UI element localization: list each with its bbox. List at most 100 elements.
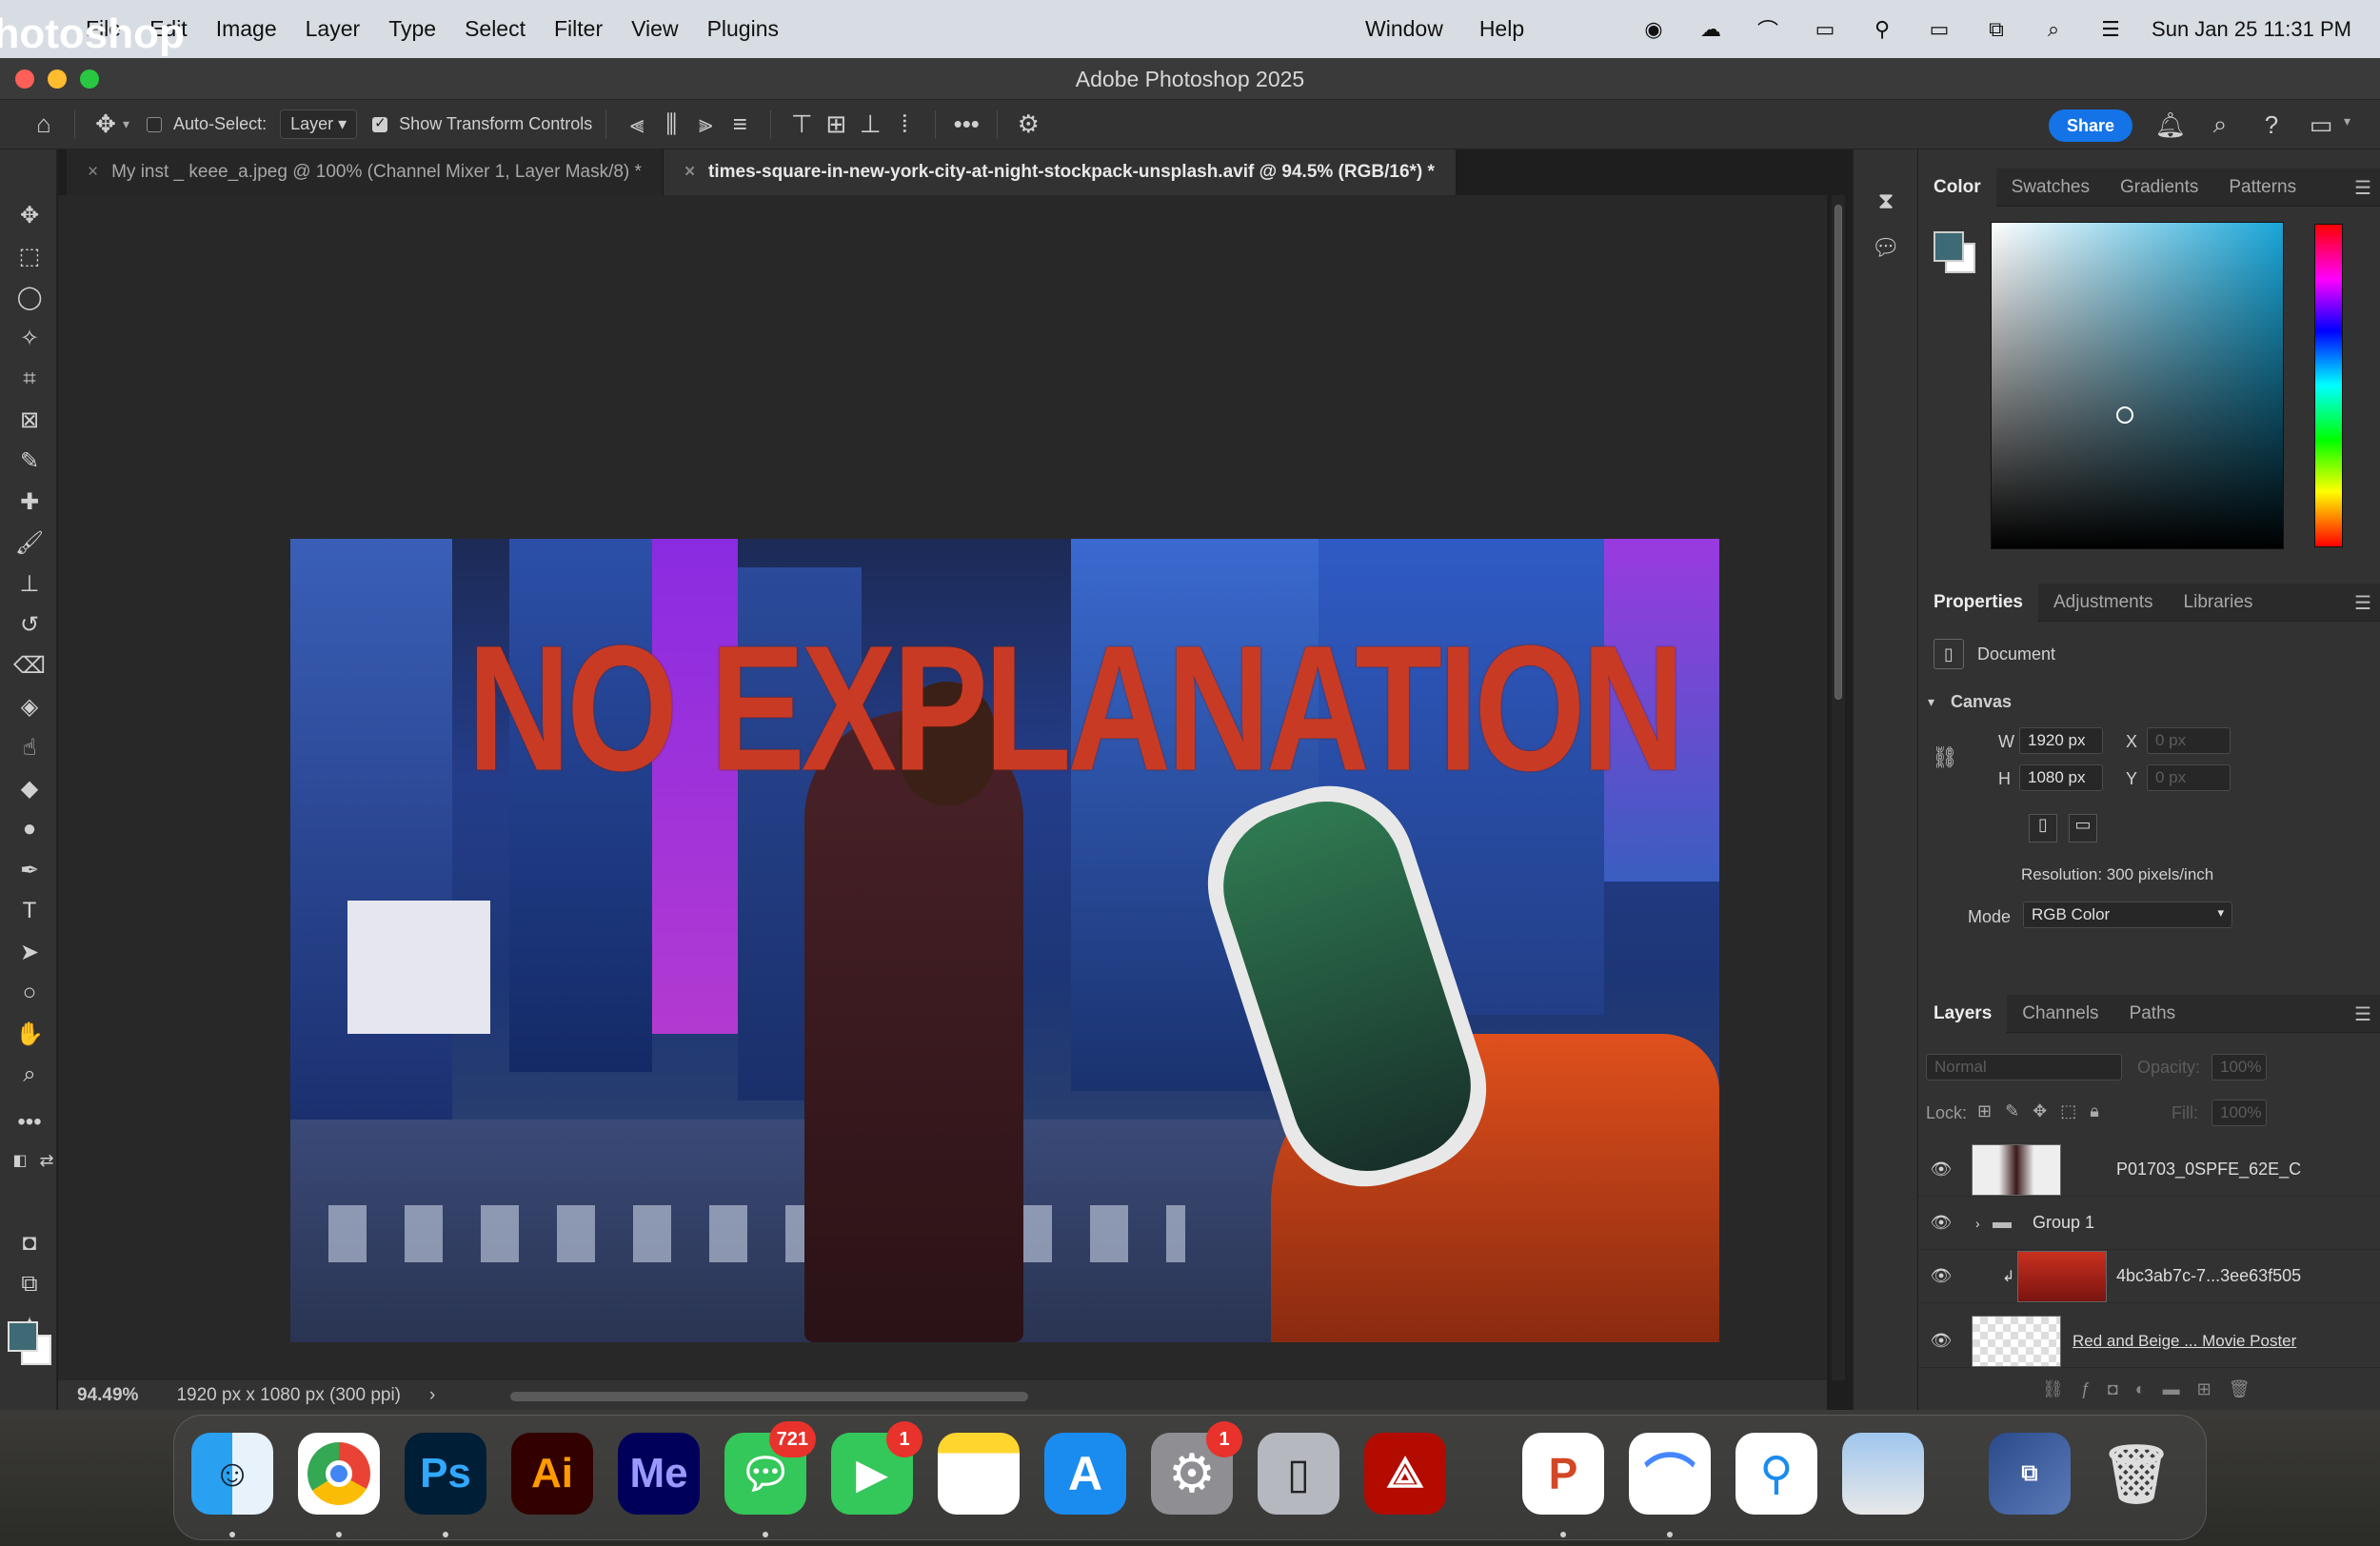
- layer-row[interactable]: 👁︎ P01703_0SPFE_62E_C: [1918, 1143, 2380, 1197]
- portrait-orientation-icon[interactable]: ▯: [2029, 814, 2057, 842]
- network-icon[interactable]: ⚲: [1866, 15, 1898, 44]
- pen-tool-icon[interactable]: ✒: [13, 854, 46, 886]
- battery-icon[interactable]: ▭: [1923, 15, 1955, 44]
- width-field[interactable]: 1920 px: [2019, 727, 2103, 754]
- layer-name[interactable]: P01703_0SPFE_62E_C: [2116, 1160, 2301, 1179]
- smudge-tool-icon[interactable]: ☝: [13, 731, 46, 763]
- x-field[interactable]: 0 px: [2147, 727, 2231, 754]
- tab-document-2[interactable]: × times-square-in-new-york-city-at-night…: [663, 149, 1457, 195]
- show-transform-checkbox[interactable]: [372, 114, 388, 132]
- nordvpn-icon[interactable]: ⌒: [1629, 1433, 1711, 1515]
- downloads-stack-icon[interactable]: ⧉: [1989, 1433, 2071, 1515]
- eye-icon[interactable]: 👁︎: [1930, 1160, 1953, 1179]
- nordvpn-icon[interactable]: ⌒: [1752, 15, 1784, 44]
- audio-app-icon[interactable]: ◉: [1637, 15, 1670, 44]
- home-icon[interactable]: ⌂: [27, 108, 61, 142]
- trash-icon[interactable]: 🗑︎: [2095, 1433, 2177, 1515]
- align-right-icon[interactable]: ⫸: [688, 108, 723, 142]
- layer-group-row[interactable]: 👁︎ › ▬ Group 1: [1918, 1197, 2380, 1250]
- distribute-icon[interactable]: ≡: [723, 108, 757, 142]
- tab-patterns[interactable]: Patterns: [2213, 168, 2311, 207]
- keynote-icon[interactable]: ⚲: [1735, 1433, 1817, 1515]
- share-button[interactable]: Share: [2049, 109, 2132, 142]
- color-picker-field[interactable]: [1991, 222, 2284, 549]
- spotlight-search-icon[interactable]: ⌕: [2037, 15, 2070, 44]
- sharpen-tool-icon[interactable]: ◆: [13, 772, 46, 804]
- move-tool-icon[interactable]: ✥: [13, 199, 46, 231]
- document-canvas[interactable]: NO EXPLANATION: [290, 539, 1719, 1342]
- canvas-workspace[interactable]: NO EXPLANATION: [58, 195, 1827, 1380]
- panel-menu-icon[interactable]: ☰: [2354, 176, 2371, 200]
- vertical-scrollbar[interactable]: [1832, 195, 1845, 1380]
- close-icon[interactable]: ×: [684, 162, 695, 183]
- landscape-orientation-icon[interactable]: ▭: [2069, 814, 2097, 842]
- blend-mode-dropdown[interactable]: Normal: [1926, 1054, 2122, 1080]
- magic-wand-tool-icon[interactable]: ✧: [13, 322, 46, 354]
- eye-icon[interactable]: 👁︎: [1930, 1331, 1953, 1351]
- zoom-level[interactable]: 94.49%: [77, 1385, 138, 1406]
- comments-panel-icon[interactable]: 💬︎: [1872, 233, 1900, 262]
- healing-brush-tool-icon[interactable]: ✚: [13, 486, 46, 518]
- eyedropper-tool-icon[interactable]: ✎: [13, 445, 46, 477]
- foreground-color-swatch[interactable]: [8, 1321, 38, 1352]
- menu-extra-icon[interactable]: ▭: [1809, 15, 1841, 44]
- layer-actions[interactable]: ⛓ƒ◘◐▬⊞🗑︎: [2042, 1379, 2268, 1399]
- foreground-color-swatch[interactable]: [1934, 231, 1964, 262]
- menu-layer[interactable]: Layer: [306, 16, 361, 42]
- help-icon[interactable]: ?: [2254, 108, 2289, 142]
- ellipse-tool-icon[interactable]: ○: [13, 977, 46, 1009]
- menu-plugins[interactable]: Plugins: [707, 16, 779, 42]
- layer-row[interactable]: 👁︎ Red and Beige ... Movie Poster: [1918, 1315, 2380, 1368]
- tab-libraries[interactable]: Libraries: [2169, 584, 2269, 622]
- clone-stamp-tool-icon[interactable]: ⊥: [13, 567, 46, 600]
- chevron-right-icon[interactable]: ›: [1975, 1216, 1980, 1231]
- align-bottom-icon[interactable]: ⊥: [853, 108, 887, 142]
- crop-tool-icon[interactable]: ⌗: [13, 363, 46, 395]
- document-info[interactable]: 1920 px x 1080 px (300 ppi): [176, 1385, 401, 1406]
- screen-mode-icon[interactable]: ⧉: [13, 1268, 46, 1300]
- height-field[interactable]: 1080 px: [2019, 764, 2103, 791]
- app-store-icon[interactable]: A: [1044, 1433, 1126, 1515]
- menu-filter[interactable]: Filter: [554, 16, 603, 42]
- lock-icons[interactable]: ⊞✎✥⬚🔒︎: [1977, 1101, 2112, 1121]
- close-icon[interactable]: ×: [88, 162, 98, 183]
- eye-icon[interactable]: 👁︎: [1930, 1213, 1953, 1233]
- chevron-down-icon[interactable]: ▾: [2344, 113, 2350, 129]
- align-middle-icon[interactable]: ⊞: [819, 108, 853, 142]
- tab-gradients[interactable]: Gradients: [2105, 168, 2213, 207]
- chrome-icon[interactable]: [298, 1433, 380, 1515]
- bell-icon[interactable]: 🔔︎: [2153, 108, 2188, 142]
- auto-select-dropdown[interactable]: Layer ▾: [280, 109, 358, 139]
- canvas-section-title[interactable]: Canvas: [1951, 692, 2012, 712]
- lasso-tool-icon[interactable]: ◯: [13, 281, 46, 313]
- layer-row[interactable]: 👁︎ ↲ 4bc3ab7c-7...3ee63f505: [1918, 1250, 2380, 1303]
- menubar-clock[interactable]: Sun Jan 25 11:31 PM: [2152, 17, 2351, 42]
- layer-name[interactable]: Red and Beige ... Movie Poster: [2073, 1332, 2296, 1351]
- chevron-down-icon[interactable]: ▾: [1928, 694, 1934, 710]
- menu-view[interactable]: View: [631, 16, 678, 42]
- zoom-tool-icon[interactable]: ⌕: [13, 1059, 46, 1091]
- chevron-down-icon[interactable]: ▾: [123, 116, 129, 132]
- tab-paths[interactable]: Paths: [2114, 995, 2192, 1033]
- tab-adjustments[interactable]: Adjustments: [2038, 584, 2169, 622]
- color-picker-cursor[interactable]: [2116, 406, 2133, 424]
- panel-menu-icon[interactable]: ☰: [2354, 1002, 2371, 1026]
- move-tool-icon[interactable]: ✥: [89, 108, 123, 142]
- hand-tool-icon[interactable]: ✋: [13, 1018, 46, 1050]
- iphone-mirroring-icon[interactable]: ▯: [1258, 1433, 1339, 1515]
- align-left-icon[interactable]: ⫷: [620, 108, 654, 142]
- type-tool-icon[interactable]: T: [13, 895, 46, 927]
- history-panel-icon[interactable]: ⧗: [1872, 188, 1900, 216]
- illustrator-icon[interactable]: Ai: [511, 1433, 593, 1515]
- hue-slider[interactable]: [2314, 224, 2343, 547]
- opacity-field[interactable]: 100%: [2211, 1054, 2267, 1080]
- foreground-background-swatches[interactable]: [8, 1321, 53, 1367]
- search-icon[interactable]: ⌕: [2203, 108, 2237, 142]
- scroll-thumb[interactable]: [1835, 205, 1842, 700]
- eraser-tool-icon[interactable]: ⌫: [13, 649, 46, 682]
- media-encoder-icon[interactable]: Me: [618, 1433, 700, 1515]
- powerpoint-icon[interactable]: P: [1522, 1433, 1604, 1515]
- tab-channels[interactable]: Channels: [2007, 995, 2113, 1033]
- preview-icon[interactable]: [1842, 1433, 1924, 1515]
- chevron-right-icon[interactable]: ›: [429, 1385, 435, 1406]
